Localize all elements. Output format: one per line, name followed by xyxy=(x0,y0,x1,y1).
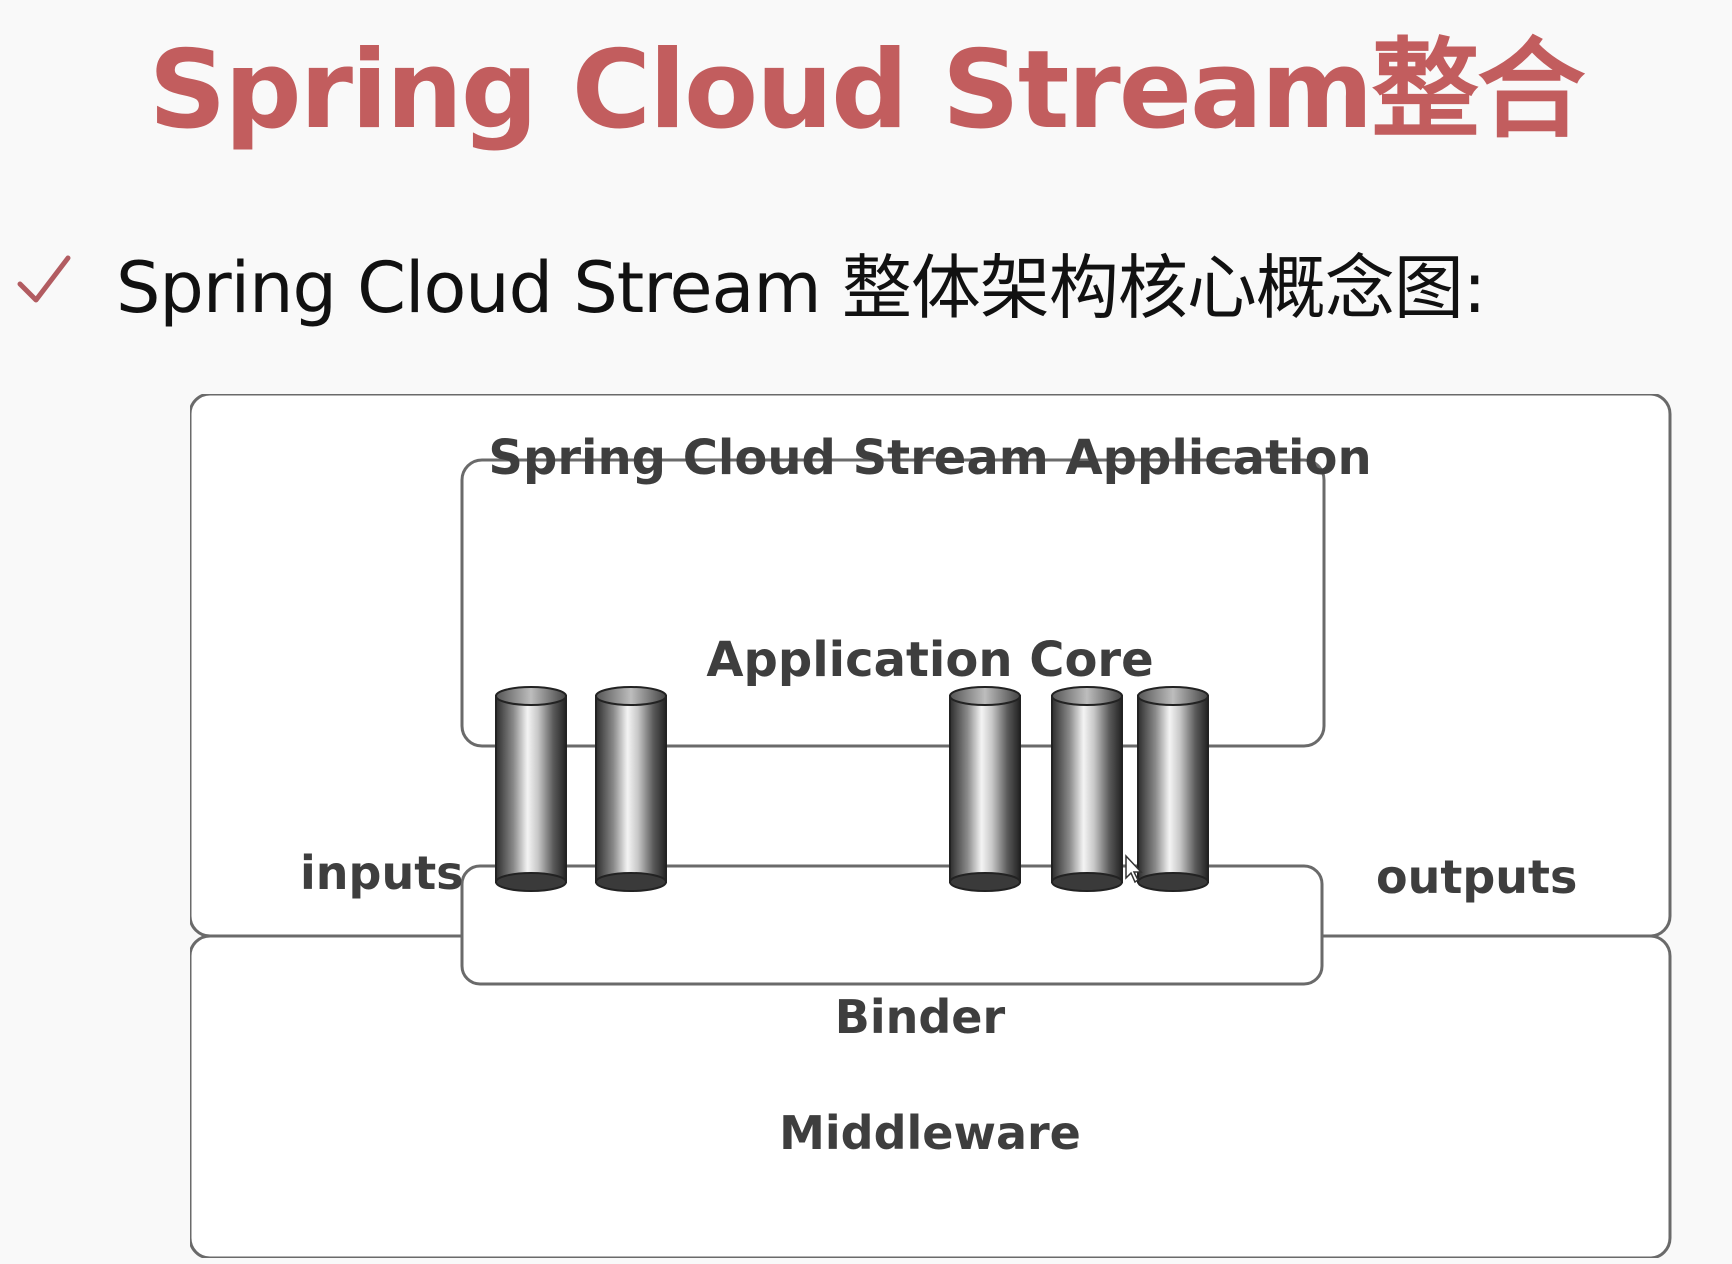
output-channel-1 xyxy=(949,686,1021,892)
inputs-label: inputs xyxy=(300,846,464,900)
application-label: Spring Cloud Stream Application xyxy=(488,430,1372,486)
output-channel-3 xyxy=(1137,686,1209,892)
binder-label: Binder xyxy=(834,990,1006,1044)
middleware-label: Middleware xyxy=(779,1106,1081,1160)
output-channel-2 xyxy=(1051,686,1123,892)
bullet-text: Spring Cloud Stream 整体架构核心概念图: xyxy=(116,246,1486,329)
outputs-label: outputs xyxy=(1376,850,1578,904)
check-icon xyxy=(17,255,71,303)
input-channel-1 xyxy=(495,686,567,892)
input-channel-2 xyxy=(595,686,667,892)
slide-title: Spring Cloud Stream整合 xyxy=(148,28,1586,153)
architecture-diagram: Spring Cloud Stream Application Applicat… xyxy=(188,392,1690,1260)
bullet-item: Spring Cloud Stream 整体架构核心概念图: xyxy=(14,232,1486,332)
application-core-label: Application Core xyxy=(706,632,1154,688)
